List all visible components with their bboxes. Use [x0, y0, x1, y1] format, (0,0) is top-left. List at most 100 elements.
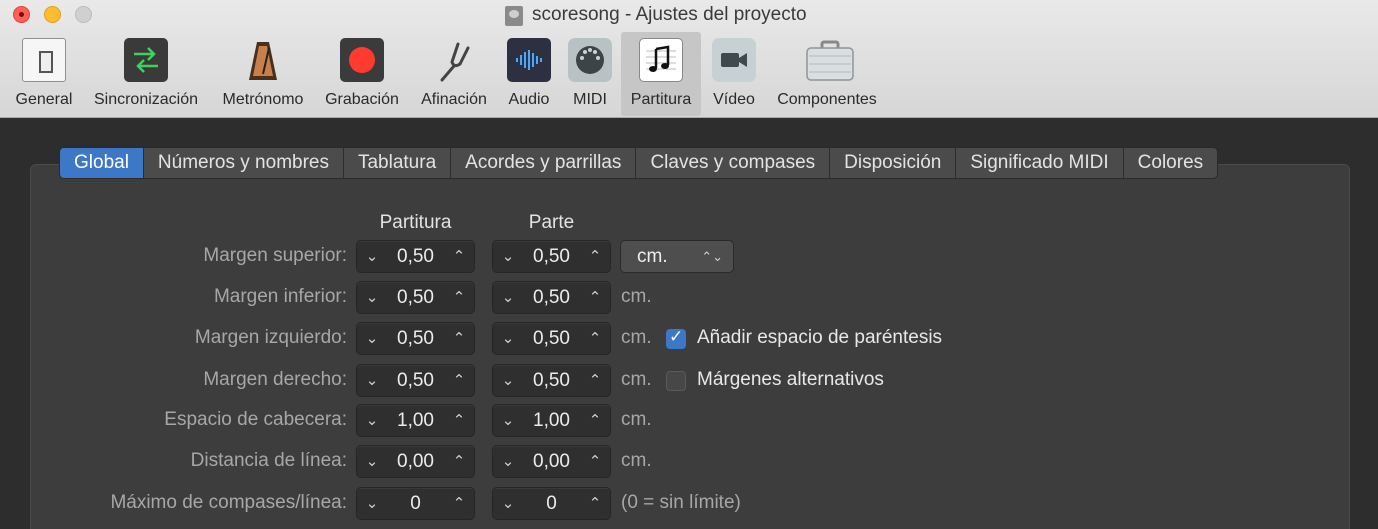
toolbar-label: General — [15, 91, 73, 108]
metronome-icon — [241, 38, 285, 82]
chevron-down-icon[interactable]: ⌄ — [495, 365, 521, 396]
chevron-up-icon[interactable]: ⌃ — [446, 446, 472, 477]
unit-select[interactable]: cm. ⌃⌄ — [620, 240, 734, 273]
chevron-up-icon[interactable]: ⌃ — [582, 446, 608, 477]
right-margin-score-stepper[interactable]: ⌄ 0,50 ⌃ — [356, 364, 475, 397]
window-toolbar: scoresong - Ajustes del proyecto General… — [0, 0, 1378, 118]
left-margin-part-stepper[interactable]: ⌄ 0,50 ⌃ — [492, 322, 611, 355]
toolbar-item-score[interactable]: Partitura — [621, 32, 701, 116]
minimize-window-button[interactable] — [44, 6, 61, 23]
unit-label: cm. — [621, 327, 652, 348]
stepper-value[interactable]: 0 — [519, 488, 584, 519]
unit-label: cm. — [621, 409, 652, 430]
chevron-up-icon[interactable]: ⌃ — [582, 405, 608, 436]
toolbar-item-metronome[interactable]: Metrónomo — [214, 32, 312, 116]
toolbar-label: Afinación — [421, 91, 487, 108]
stepper-value[interactable]: 0,00 — [519, 446, 584, 477]
chevron-up-icon[interactable]: ⌃ — [446, 365, 472, 396]
tab-clefs-signatures[interactable]: Claves y compases — [636, 148, 831, 178]
line-distance-score-stepper[interactable]: ⌄ 0,00 ⌃ — [356, 445, 475, 478]
chevron-down-icon[interactable]: ⌄ — [495, 446, 521, 477]
top-margin-part-stepper[interactable]: ⌄ 0,50 ⌃ — [492, 240, 611, 273]
window-title: scoresong - Ajustes del proyecto — [532, 4, 807, 25]
tab-numbers-names[interactable]: Números y nombres — [144, 148, 344, 178]
chevron-up-icon[interactable]: ⌃ — [582, 488, 608, 519]
toolbar-label: MIDI — [573, 91, 607, 108]
bracket-space-label[interactable]: Añadir espacio de paréntesis — [697, 327, 942, 349]
toolbar-item-audio[interactable]: Audio — [500, 32, 558, 116]
chevron-down-icon[interactable]: ⌄ — [359, 365, 385, 396]
bottom-margin-score-stepper[interactable]: ⌄ 0,50 ⌃ — [356, 281, 475, 314]
toolbar-item-sync[interactable]: Sincronización — [85, 32, 207, 116]
toolbar-label: Componentes — [777, 91, 877, 108]
chevron-up-icon[interactable]: ⌃ — [582, 241, 608, 272]
chevron-up-icon[interactable]: ⌃ — [446, 323, 472, 354]
line-distance-part-stepper[interactable]: ⌄ 0,00 ⌃ — [492, 445, 611, 478]
chevron-up-icon[interactable]: ⌃ — [446, 282, 472, 313]
stepper-value[interactable]: 0,50 — [383, 282, 448, 313]
chevron-up-icon[interactable]: ⌃ — [582, 323, 608, 354]
tab-midi-meaning[interactable]: Significado MIDI — [956, 148, 1124, 178]
tab-colors[interactable]: Colores — [1124, 148, 1217, 178]
tab-global[interactable]: Global — [60, 148, 144, 178]
close-window-button[interactable] — [13, 6, 30, 23]
chevron-up-icon[interactable]: ⌃ — [446, 405, 472, 436]
chevron-down-icon[interactable]: ⌄ — [495, 405, 521, 436]
top-margin-score-stepper[interactable]: ⌄ 0,50 ⌃ — [356, 240, 475, 273]
max-bars-score-stepper[interactable]: ⌄ 0 ⌃ — [356, 487, 475, 520]
max-bars-part-stepper[interactable]: ⌄ 0 ⌃ — [492, 487, 611, 520]
chevron-down-icon[interactable]: ⌄ — [359, 241, 385, 272]
chevron-down-icon[interactable]: ⌄ — [359, 282, 385, 313]
up-down-arrows-icon: ⌃⌄ — [701, 249, 723, 264]
audio-waveform-icon — [507, 38, 551, 82]
briefcase-icon — [805, 38, 854, 82]
tab-chords-grids[interactable]: Acordes y parrillas — [451, 148, 637, 178]
row-label-top-margin: Margen superior: — [203, 245, 347, 266]
row-label-left-margin: Margen izquierdo: — [194, 327, 347, 348]
stepper-value[interactable]: 0,50 — [383, 323, 448, 354]
toolbar-item-midi[interactable]: MIDI — [563, 32, 617, 116]
chevron-down-icon[interactable]: ⌄ — [359, 488, 385, 519]
stepper-value[interactable]: 1,00 — [519, 405, 584, 436]
stepper-value[interactable]: 1,00 — [383, 405, 448, 436]
chevron-down-icon[interactable]: ⌄ — [495, 241, 521, 272]
toolbar-label: Partitura — [630, 91, 692, 108]
stepper-value[interactable]: 0,50 — [519, 365, 584, 396]
bracket-space-checkbox[interactable] — [666, 327, 686, 349]
toolbar-label: Vídeo — [713, 91, 755, 108]
toolbar-item-components[interactable]: Componentes — [768, 32, 886, 116]
stepper-value[interactable]: 0,50 — [519, 282, 584, 313]
toolbar-item-recording[interactable]: Grabación — [318, 32, 406, 116]
stepper-value[interactable]: 0 — [383, 488, 448, 519]
header-space-score-stepper[interactable]: ⌄ 1,00 ⌃ — [356, 404, 475, 437]
chevron-down-icon[interactable]: ⌄ — [495, 282, 521, 313]
chevron-up-icon[interactable]: ⌃ — [446, 241, 472, 272]
chevron-down-icon[interactable]: ⌄ — [359, 323, 385, 354]
video-camera-icon — [712, 38, 756, 82]
stepper-value[interactable]: 0,00 — [383, 446, 448, 477]
left-margin-score-stepper[interactable]: ⌄ 0,50 ⌃ — [356, 322, 475, 355]
chevron-up-icon[interactable]: ⌃ — [582, 282, 608, 313]
tab-layout[interactable]: Disposición — [830, 148, 957, 178]
toolbar-label: Grabación — [325, 91, 399, 108]
bottom-margin-part-stepper[interactable]: ⌄ 0,50 ⌃ — [492, 281, 611, 314]
alternate-margins-label[interactable]: Márgenes alternativos — [697, 369, 884, 391]
chevron-up-icon[interactable]: ⌃ — [446, 488, 472, 519]
stepper-value[interactable]: 0,50 — [383, 241, 448, 272]
chevron-down-icon[interactable]: ⌄ — [495, 488, 521, 519]
stepper-value[interactable]: 0,50 — [383, 365, 448, 396]
toolbar-item-tuning[interactable]: Afinación — [413, 32, 495, 116]
alternate-margins-checkbox[interactable] — [666, 371, 686, 391]
chevron-up-icon[interactable]: ⌃ — [582, 365, 608, 396]
toolbar-item-video[interactable]: Vídeo — [706, 32, 762, 116]
header-space-part-stepper[interactable]: ⌄ 1,00 ⌃ — [492, 404, 611, 437]
chevron-down-icon[interactable]: ⌄ — [359, 405, 385, 436]
zoom-window-button[interactable] — [75, 6, 92, 23]
stepper-value[interactable]: 0,50 — [519, 323, 584, 354]
right-margin-part-stepper[interactable]: ⌄ 0,50 ⌃ — [492, 364, 611, 397]
tab-tablature[interactable]: Tablatura — [344, 148, 452, 178]
toolbar-item-general[interactable]: General — [8, 32, 80, 116]
stepper-value[interactable]: 0,50 — [519, 241, 584, 272]
chevron-down-icon[interactable]: ⌄ — [495, 323, 521, 354]
chevron-down-icon[interactable]: ⌄ — [359, 446, 385, 477]
